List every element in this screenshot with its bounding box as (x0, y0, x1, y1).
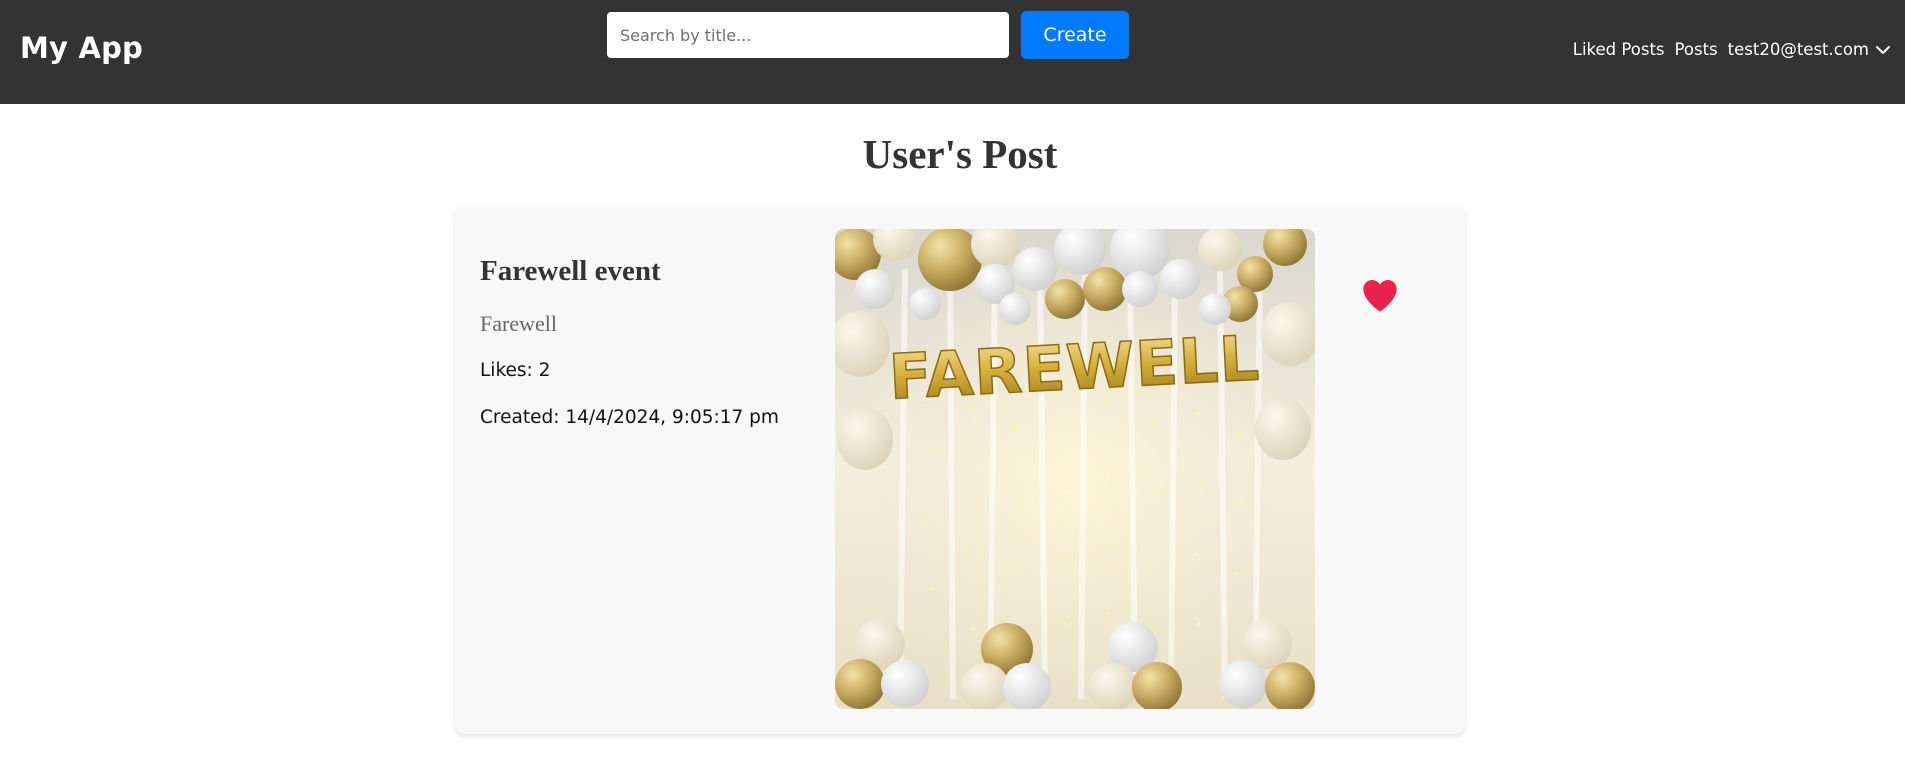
post-title: Farewell event (480, 255, 661, 287)
post-created-date: Created: 14/4/2024, 9:05:17 pm (480, 407, 779, 428)
liked-posts-link[interactable]: Liked Posts (1573, 40, 1665, 59)
page-title: User's Post (862, 131, 1058, 177)
post-description: Farewell (480, 311, 557, 336)
app-brand[interactable]: My App (20, 31, 143, 65)
chevron-down-icon (1875, 42, 1891, 58)
nav-links: Liked Posts Posts test20@test.com (1573, 40, 1891, 59)
post-image: FAREWELL (835, 229, 1315, 709)
like-button[interactable] (1357, 275, 1403, 317)
heart-icon (1360, 279, 1400, 317)
posts-link[interactable]: Posts (1675, 40, 1718, 59)
post-likes: Likes: 2 (480, 360, 551, 381)
post-card: Farewell event Farewell Likes: 2 Created… (455, 207, 1465, 734)
search-input[interactable] (607, 12, 1009, 58)
navbar: My App Create Liked Posts Posts test20@t… (0, 0, 1905, 104)
create-button[interactable]: Create (1021, 11, 1129, 59)
user-menu[interactable]: test20@test.com (1728, 40, 1891, 59)
user-email: test20@test.com (1727, 40, 1869, 59)
